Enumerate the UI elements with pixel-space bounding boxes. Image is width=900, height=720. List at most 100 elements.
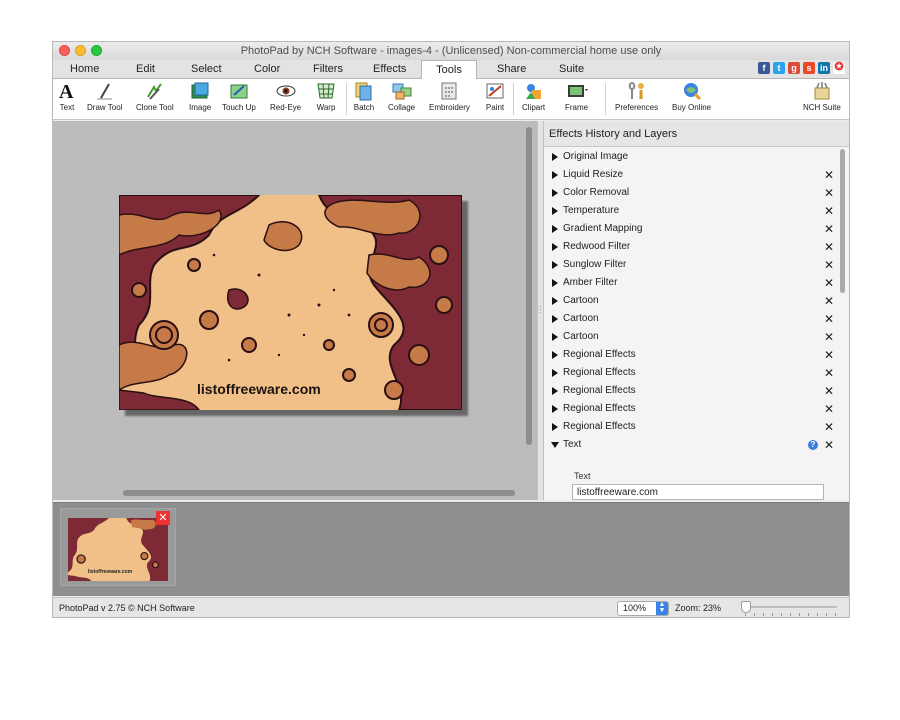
tab-edit[interactable]: Edit — [136, 63, 155, 75]
batch-button[interactable]: Batch — [353, 81, 375, 112]
remove-layer-icon[interactable]: ✕ — [824, 240, 834, 254]
linkedin-icon[interactable]: in — [818, 62, 830, 74]
expand-triangle-icon[interactable] — [552, 171, 558, 179]
layer-item[interactable]: Cartoon ✕ — [544, 329, 849, 347]
expand-triangle-icon[interactable] — [552, 315, 558, 323]
expand-triangle-icon[interactable] — [552, 369, 558, 377]
layer-item[interactable]: Cartoon ✕ — [544, 311, 849, 329]
expand-triangle-icon[interactable] — [552, 279, 558, 287]
facebook-icon[interactable]: f — [758, 62, 770, 74]
layer-item[interactable]: Liquid Resize ✕ — [544, 167, 849, 185]
layer-item[interactable]: Color Removal ✕ — [544, 185, 849, 203]
touch-up-button[interactable]: Touch Up — [222, 81, 256, 112]
tab-color[interactable]: Color — [254, 63, 280, 75]
expand-triangle-icon[interactable] — [552, 225, 558, 233]
remove-layer-icon[interactable]: ✕ — [824, 276, 834, 290]
frame-button[interactable]: Frame — [565, 81, 588, 112]
layer-item-expanded[interactable]: Text? ✕ — [544, 437, 849, 455]
expand-triangle-icon[interactable] — [552, 423, 558, 431]
layer-item[interactable]: Original Image — [544, 149, 849, 167]
layer-item[interactable]: Regional Effects ✕ — [544, 419, 849, 437]
expand-triangle-icon[interactable] — [552, 387, 558, 395]
help-icon[interactable]: ? — [808, 440, 818, 450]
layer-item[interactable]: Temperature ✕ — [544, 203, 849, 221]
expand-triangle-icon[interactable] — [552, 207, 558, 215]
remove-layer-icon[interactable]: ✕ — [824, 204, 834, 218]
zoom-slider[interactable] — [741, 601, 837, 616]
tab-home[interactable]: Home — [70, 63, 99, 75]
remove-layer-icon[interactable]: ✕ — [824, 402, 834, 416]
close-image-icon[interactable]: ✕ — [156, 511, 170, 525]
remove-layer-icon[interactable]: ✕ — [824, 222, 834, 236]
collage-button[interactable]: Collage — [388, 81, 415, 112]
layer-item[interactable]: Sunglow Filter ✕ — [544, 257, 849, 275]
collapse-triangle-icon[interactable] — [551, 442, 559, 448]
expand-triangle-icon[interactable] — [552, 189, 558, 197]
buy-online-button[interactable]: Buy Online — [672, 81, 711, 112]
remove-layer-icon[interactable]: ✕ — [824, 294, 834, 308]
draw-tool-button[interactable]: Draw Tool — [87, 81, 122, 112]
tool-label: Collage — [388, 103, 416, 112]
tab-select[interactable]: Select — [191, 63, 222, 75]
layer-item[interactable]: Regional Effects ✕ — [544, 347, 849, 365]
panel-scrollbar[interactable] — [840, 149, 845, 293]
expand-triangle-icon[interactable] — [552, 297, 558, 305]
text-tool-button[interactable]: A Text — [56, 81, 78, 112]
remove-layer-icon[interactable]: ✕ — [824, 258, 834, 272]
layer-item[interactable]: Cartoon ✕ — [544, 293, 849, 311]
remove-layer-icon[interactable]: ✕ — [824, 330, 834, 344]
text-A-icon: A — [56, 81, 78, 103]
preferences-button[interactable]: Preferences — [615, 81, 658, 112]
remove-layer-icon[interactable]: ✕ — [824, 348, 834, 362]
layer-item[interactable]: Regional Effects ✕ — [544, 383, 849, 401]
warp-button[interactable]: Warp — [315, 81, 337, 112]
layer-item[interactable]: Regional Effects ✕ — [544, 401, 849, 419]
layer-label: Amber Filter — [563, 277, 618, 288]
canvas-vertical-scrollbar[interactable] — [526, 127, 532, 445]
expand-triangle-icon[interactable] — [552, 153, 558, 161]
text-content-input[interactable]: listoffreeware.com — [572, 484, 824, 500]
tab-share[interactable]: Share — [497, 63, 526, 75]
clipart-button[interactable]: Clipart — [522, 81, 545, 112]
canvas-horizontal-scrollbar[interactable] — [123, 490, 515, 496]
remove-layer-icon[interactable]: ✕ — [824, 168, 834, 182]
expand-triangle-icon[interactable] — [552, 333, 558, 341]
layer-item[interactable]: Gradient Mapping ✕ — [544, 221, 849, 239]
nch-suite-button[interactable]: NCH Suite — [803, 81, 841, 112]
clone-tool-button[interactable]: Clone Tool — [136, 81, 174, 112]
remove-layer-icon[interactable]: ✕ — [824, 366, 834, 380]
tab-tools[interactable]: Tools — [421, 60, 477, 80]
tab-filters[interactable]: Filters — [313, 63, 343, 75]
remove-layer-icon[interactable]: ✕ — [824, 186, 834, 200]
image-tool-button[interactable]: Image — [189, 81, 211, 112]
tab-effects[interactable]: Effects — [373, 63, 406, 75]
twitter-icon[interactable]: t — [773, 62, 785, 74]
layer-item[interactable]: Amber Filter ✕ — [544, 275, 849, 293]
remove-layer-icon[interactable]: ✕ — [824, 384, 834, 398]
layer-item[interactable]: Redwood Filter ✕ — [544, 239, 849, 257]
image-icon — [189, 81, 211, 101]
red-eye-button[interactable]: Red-Eye — [270, 81, 301, 112]
tool-label: Draw Tool — [87, 103, 123, 112]
expand-triangle-icon[interactable] — [552, 243, 558, 251]
image-canvas[interactable]: listoffreeware.com — [53, 121, 537, 500]
expand-triangle-icon[interactable] — [552, 351, 558, 359]
remove-layer-icon[interactable]: ✕ — [824, 438, 834, 452]
stumbleupon-icon[interactable]: s — [803, 62, 815, 74]
remove-layer-icon[interactable]: ✕ — [824, 312, 834, 326]
remove-layer-icon[interactable]: ✕ — [824, 420, 834, 434]
google-plus-icon[interactable]: g — [788, 62, 800, 74]
updown-chevron-icon[interactable]: ▲ ▼ — [656, 601, 668, 615]
tab-suite[interactable]: Suite — [559, 63, 584, 75]
expand-triangle-icon[interactable] — [552, 261, 558, 269]
embroidery-button[interactable]: Embroidery — [429, 81, 470, 112]
help-lifebuoy-icon[interactable]: ✪ — [833, 62, 845, 74]
edited-photo[interactable]: listoffreeware.com — [119, 195, 462, 410]
image-thumbnail[interactable]: listoffreeware.com ✕ — [60, 508, 176, 586]
layer-item[interactable]: Regional Effects ✕ — [544, 365, 849, 383]
expand-triangle-icon[interactable] — [552, 405, 558, 413]
collage-icon — [391, 81, 413, 101]
zoom-dropdown[interactable]: 100% ▲ ▼ — [617, 601, 669, 616]
paint-button[interactable]: Paint — [484, 81, 506, 112]
zoom-slider-thumb[interactable] — [741, 601, 751, 613]
